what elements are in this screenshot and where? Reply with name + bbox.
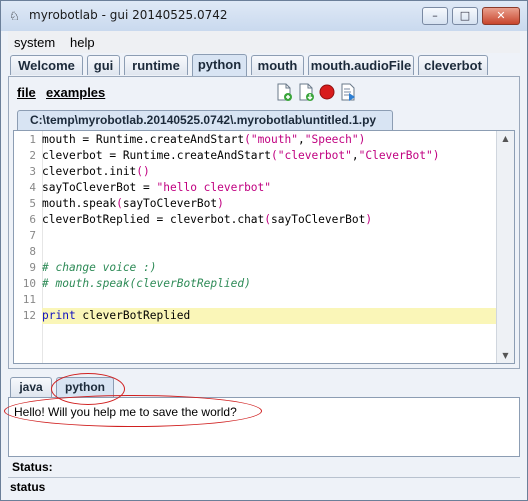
run-script-icon[interactable] [339,83,357,101]
file-tab[interactable]: C:\temp\myrobotlab.20140525.0742\.myrobo… [17,110,393,130]
tab-mouth-audiofile[interactable]: mouth.audioFile [308,55,414,75]
line-number-gutter: 1 2 3 4 5 6 7 8 9 10 11 12 [14,131,43,363]
line-number: 6 [29,213,36,226]
line-number: 10 [22,277,36,290]
new-document-icon[interactable] [275,83,293,101]
menu-help[interactable]: help [70,35,95,50]
divider [8,477,520,478]
open-document-icon[interactable] [297,83,315,101]
window-title: myrobotlab - gui 20140525.0742 [29,8,228,22]
editor-scrollbar[interactable]: ▲ ▼ [496,131,514,363]
line-number: 9 [29,261,36,274]
stop-icon[interactable] [318,83,336,101]
line-number: 5 [29,197,36,210]
code-line: cleverbot = Runtime.createAndStart("clev… [42,149,440,162]
file-menu[interactable]: file [17,85,36,100]
line-number: 1 [29,133,36,146]
tab-cleverbot[interactable]: cleverbot [418,55,488,75]
status-bar: status [10,480,46,494]
tab-python[interactable]: python [192,54,247,76]
annotation-ellipse [4,395,262,427]
code-line: mouth.speak(sayToCleverBot) [42,197,224,210]
menu-system[interactable]: system [14,35,55,50]
code-line-highlighted: print cleverBotReplied [42,308,497,324]
line-number: 2 [29,149,36,162]
line-number: 12 [22,309,36,322]
robot-icon: ♘ [9,9,20,23]
title-bar[interactable]: ♘ myrobotlab - gui 20140525.0742 – □ ✕ [1,1,527,31]
close-button[interactable]: ✕ [482,7,520,25]
app-window: ♘ myrobotlab - gui 20140525.0742 – □ ✕ s… [0,0,528,501]
tab-gui[interactable]: gui [87,55,120,75]
maximize-button[interactable]: □ [452,7,478,25]
line-number: 8 [29,245,36,258]
line-number: 11 [22,293,36,306]
python-panel: file examples C:\temp\myrobotlab.2014052… [8,76,520,369]
code-line: sayToCleverBot = "hello cleverbot" [42,181,272,194]
code-line: # change voice :) [42,261,157,274]
code-editor[interactable]: 1 2 3 4 5 6 7 8 9 10 11 12 mouth = Runti… [13,130,515,364]
menu-bar: system help [8,31,520,53]
scroll-up-icon[interactable]: ▲ [498,131,513,146]
tab-mouth[interactable]: mouth [251,55,304,75]
line-number: 4 [29,181,36,194]
examples-menu[interactable]: examples [46,85,105,100]
code-line: cleverBotReplied = cleverbot.chat(sayToC… [42,213,373,226]
tab-welcome[interactable]: Welcome [10,55,83,75]
tab-java-console[interactable]: java [10,377,52,397]
line-number: 7 [29,229,36,242]
code-line: # mouth.speak(cleverBotReplied) [42,277,251,290]
code-line: mouth = Runtime.createAndStart("mouth","… [42,133,366,146]
status-label: Status: [12,460,53,474]
line-number: 3 [29,165,36,178]
code-line: cleverbot.init() [42,165,150,178]
scroll-down-icon[interactable]: ▼ [498,348,513,363]
code-text-area[interactable]: mouth = Runtime.createAndStart("mouth","… [42,131,497,363]
minimize-button[interactable]: – [422,7,448,25]
tab-runtime[interactable]: runtime [124,55,188,75]
